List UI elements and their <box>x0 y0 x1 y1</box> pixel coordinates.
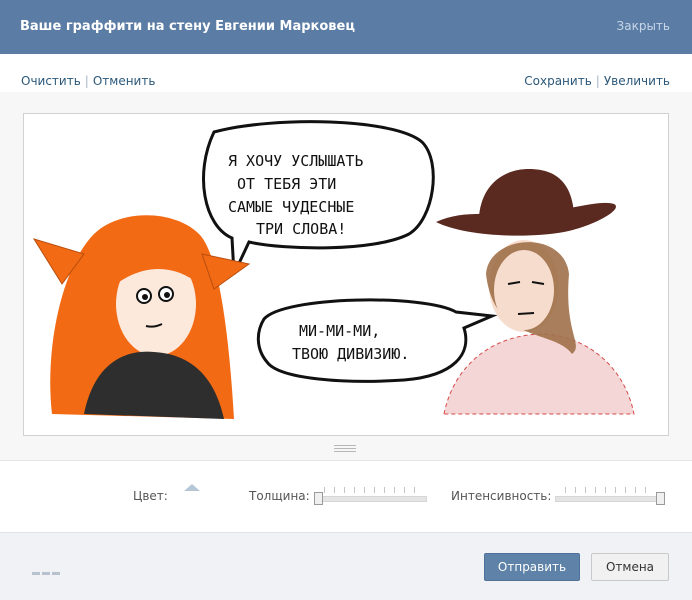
drawing-canvas[interactable]: Я ХОЧУ УСЛЫШАТЬ ОТ ТЕБЯ ЭТИ САМЫЕ ЧУДЕСН… <box>23 113 669 436</box>
separator: | <box>595 74 600 88</box>
intensity-label: Интенсивность: <box>451 489 552 503</box>
toolbar-right: Сохранить | Увеличить <box>524 74 670 88</box>
canvas-area: Я ХОЧУ УСЛЫШАТЬ ОТ ТЕБЯ ЭТИ САМЫЕ ЧУДЕСН… <box>0 92 692 460</box>
cancel-button[interactable]: Отмена <box>591 553 669 581</box>
toolbar-left: Очистить | Отменить <box>21 74 155 88</box>
intensity-slider[interactable] <box>555 483 665 507</box>
bubble1-line3: САМЫЕ ЧУДЕСНЫЕ <box>228 198 354 216</box>
right-character <box>436 169 635 415</box>
bubble1-line2: ОТ ТЕБЯ ЭТИ <box>237 175 336 193</box>
bubble1-line1: Я ХОЧУ УСЛЫШАТЬ <box>228 152 363 170</box>
color-label: Цвет: <box>133 489 168 503</box>
thickness-slider-thumb[interactable] <box>314 492 323 505</box>
intensity-slider-thumb[interactable] <box>656 492 665 505</box>
speech-bubble-bottom <box>256 298 498 383</box>
separator: | <box>84 74 89 88</box>
bubble2-line1: МИ-МИ-МИ, <box>299 322 380 340</box>
canvas-resize-handle[interactable] <box>334 443 356 453</box>
left-character <box>32 215 251 419</box>
dialog-title: Ваше граффити на стену Евгении Марковец <box>20 19 355 34</box>
clear-link[interactable]: Очистить <box>21 74 81 88</box>
thickness-label: Толщина: <box>249 489 310 503</box>
bubble2-line2: ТВОЮ ДИВИЗИЮ. <box>292 345 409 363</box>
brush-settings: Цвет: Толщина: Интенсивность: <box>0 460 692 533</box>
save-link[interactable]: Сохранить <box>524 74 592 88</box>
undo-link[interactable]: Отменить <box>93 74 156 88</box>
graffiti-drawing: Я ХОЧУ УСЛЫШАТЬ ОТ ТЕБЯ ЭТИ САМЫЕ ЧУДЕСН… <box>32 120 635 419</box>
dialog-footer: Отправить Отмена <box>0 532 692 600</box>
drawing-toolbar: Очистить | Отменить Сохранить | Увеличить <box>0 54 692 93</box>
send-button[interactable]: Отправить <box>484 553 580 581</box>
close-link[interactable]: Закрыть <box>617 19 670 33</box>
thickness-slider[interactable] <box>314 483 427 507</box>
dialog-header: Ваше граффити на стену Евгении Марковец … <box>0 0 692 54</box>
color-picker[interactable] <box>184 484 200 491</box>
progress-indicator <box>32 564 62 575</box>
zoom-link[interactable]: Увеличить <box>604 74 670 88</box>
bubble1-line4: ТРИ СЛОВА! <box>256 220 346 238</box>
